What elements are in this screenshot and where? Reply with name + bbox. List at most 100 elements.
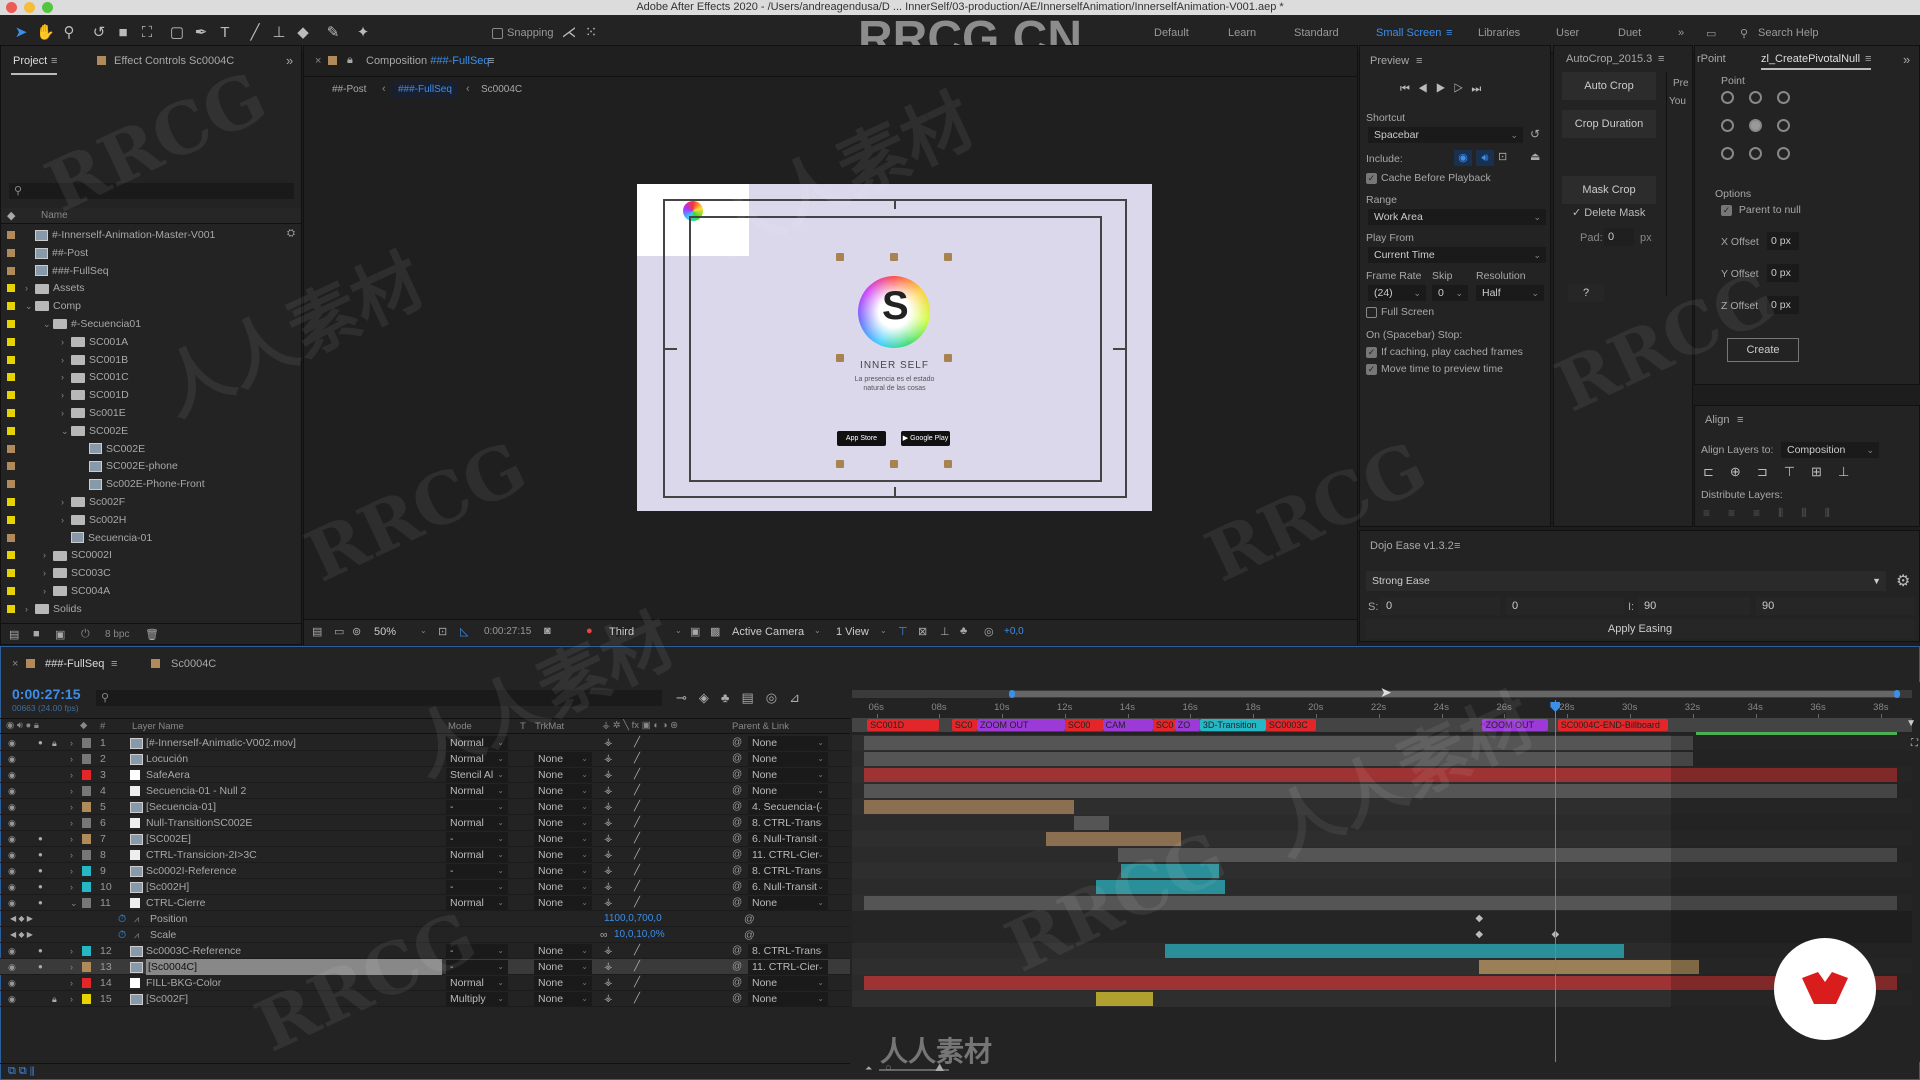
parent-dropdown[interactable]: 8. CTRL-Trans ⌄ [748, 864, 828, 878]
graph-icon[interactable]: ⩘ [134, 927, 139, 943]
label-color-swatch[interactable] [7, 320, 15, 328]
label-color-swatch[interactable] [7, 480, 15, 489]
layer-name[interactable]: Null-TransitionSC002E [146, 815, 252, 831]
label-color-swatch[interactable] [82, 946, 91, 956]
snapping-toggle[interactable]: Snapping [492, 27, 554, 39]
i-input-1[interactable]: 90 [1638, 597, 1750, 615]
pick-whip-icon[interactable]: @ [732, 847, 742, 863]
transform-handle[interactable] [836, 354, 844, 362]
keyframe-navigator[interactable]: ◀ ◆ ▶ [10, 927, 33, 943]
timeline-graph[interactable]: 06s 08s 10s 12s 14s 16s 18s 20s 22s 24s 26s 28s 30s 3… [852, 682, 1920, 1062]
pivotal-null-menu-icon[interactable]: ≡ [1865, 53, 1871, 65]
parent-dropdown[interactable]: None ⌄ [748, 784, 828, 798]
keyframe-navigator[interactable]: ◀ ◆ ▶ [10, 911, 33, 927]
label-column-icon[interactable]: ◆ [7, 209, 15, 222]
comp-marker[interactable]: SC00 [1064, 719, 1103, 731]
eraser-tool-icon[interactable]: ◆ [294, 24, 312, 42]
project-item[interactable]: › SC003C [1, 564, 301, 582]
distribute-bottom-icon[interactable]: ≡ [1753, 506, 1778, 520]
label-color-swatch[interactable] [7, 248, 15, 257]
snapping-checkbox[interactable] [492, 27, 503, 39]
distribute-right-icon[interactable]: ⦀ [1825, 506, 1848, 520]
z-offset-input[interactable]: 0 px [1767, 296, 1799, 314]
layer-row[interactable]: ◉ ● › 13 [Sc0004C] - ⌄ None ⌄ ⚶ ╱ @11. CTRL-Cier ⌄ [0, 959, 850, 975]
trkmat-dropdown[interactable]: None ⌄ [534, 784, 592, 798]
shy-switch-icon[interactable]: ⚶ [604, 815, 613, 831]
parent-dropdown[interactable]: 11. CTRL-Cier ⌄ [748, 848, 828, 862]
layer-name[interactable]: Locución [146, 751, 188, 767]
label-color-swatch[interactable] [82, 882, 91, 892]
chevron-right-icon[interactable]: › [61, 386, 71, 404]
pick-whip-icon[interactable]: @ [732, 767, 742, 783]
if-caching-checkbox[interactable]: ✓ If caching, play cached frames [1366, 346, 1523, 358]
anchor-point-option[interactable] [1749, 147, 1762, 160]
solo-toggle-icon[interactable]: ● [38, 879, 43, 895]
minimize-window-button[interactable] [24, 2, 35, 13]
align-right-icon[interactable]: ⊐ [1757, 464, 1784, 479]
flowchart-icon[interactable]: ♣ [960, 625, 967, 637]
layer-name[interactable]: Sc0002I-Reference [146, 863, 236, 879]
include-overlays-icon[interactable]: ⊡ [1498, 150, 1507, 163]
label-color-swatch[interactable] [82, 898, 91, 908]
snap-features-icon[interactable]: ⁙ [582, 24, 600, 42]
parent-dropdown[interactable]: 6. Null-Transit ⌄ [748, 880, 828, 894]
draft-3d-icon[interactable]: ◈ [699, 690, 721, 705]
solo-toggle-icon[interactable]: ● [38, 943, 43, 959]
toggle-switches-icon[interactable]: ⧉ ⧉ ⦀ [8, 1065, 34, 1078]
layer-name[interactable]: [Sc0004C] [146, 959, 442, 975]
chevron-down-icon[interactable]: ⌄ [61, 422, 71, 440]
composition-mini-flowchart-icon[interactable]: ⊸ [676, 690, 699, 705]
chevron-right-icon[interactable]: › [61, 368, 71, 386]
puppet-pin-tool-icon[interactable]: ✦ [354, 24, 372, 42]
shy-switch-icon[interactable]: ⚶ [604, 751, 613, 767]
project-item[interactable]: › Sc002H [1, 511, 301, 529]
layer-duration-bar[interactable] [1479, 960, 1700, 974]
layer-mode-dropdown[interactable]: - ⌄ [446, 944, 508, 958]
solo-toggle-icon[interactable]: ● [38, 895, 43, 911]
include-video-icon[interactable]: ◉ [1454, 150, 1472, 166]
layer-mode-dropdown[interactable]: - ⌄ [446, 960, 508, 974]
quality-switch-icon[interactable]: ╱ [634, 831, 640, 847]
dojo-menu-icon[interactable]: ≡ [1454, 540, 1460, 552]
keyframe-icon[interactable]: ◆ [1475, 929, 1483, 940]
parent-dropdown[interactable]: 8. CTRL-Trans ⌄ [748, 944, 828, 958]
always-preview-icon[interactable]: ▤ [312, 625, 322, 638]
current-time-display[interactable]: 0:00:27:15 [12, 686, 81, 702]
composition-menu-icon[interactable]: ≡ [488, 55, 494, 67]
panel-overflow-icon[interactable]: » [286, 53, 293, 68]
layer-row[interactable]: ◉ › 4 Secuencia-01 - Null 2 Normal ⌄ None ⌄ ⚶ ╱ @ N… [0, 783, 850, 799]
label-color-swatch[interactable] [7, 587, 15, 595]
project-item[interactable]: › SC004A [1, 582, 301, 600]
chevron-down-icon[interactable]: ⌄ [43, 315, 53, 333]
visibility-toggle-icon[interactable]: ◉ [8, 831, 16, 847]
rectangle-tool-icon[interactable]: ▢ [168, 24, 186, 42]
label-color-swatch[interactable] [7, 391, 15, 400]
quality-switch-icon[interactable]: ╱ [634, 879, 640, 895]
channel-icon[interactable]: ● [586, 625, 593, 637]
shy-switch-icon[interactable]: ⚶ [604, 863, 613, 879]
project-item[interactable]: › Sc001E [1, 404, 301, 422]
sync-settings-icon[interactable]: ▭ [1706, 27, 1716, 40]
x-offset-input[interactable]: 0 px [1767, 232, 1799, 250]
anchor-point-option[interactable] [1749, 91, 1762, 104]
chevron-right-icon[interactable]: › [70, 943, 73, 959]
pick-whip-icon[interactable]: @ [732, 991, 742, 1007]
magnification-value[interactable]: 50% [374, 626, 396, 638]
tab-create-pivotal-null[interactable]: zl_CreatePivotalNull [1761, 53, 1860, 65]
label-color-swatch[interactable] [7, 284, 15, 293]
workspace-menu-icon[interactable]: ≡ [1446, 27, 1452, 39]
next-frame-icon[interactable]: ▷ [1454, 83, 1472, 95]
s-input-1[interactable]: 0 [1380, 597, 1500, 615]
layer-row[interactable]: ◉ ● ⌄ 11 CTRL-Cierre Normal ⌄ None ⌄ ⚶ ╱ @ None ⌄ [0, 895, 850, 911]
stopwatch-icon[interactable]: ⏱ [118, 927, 126, 943]
label-color-swatch[interactable] [7, 533, 15, 542]
project-item[interactable]: › Solids [1, 600, 301, 618]
parent-dropdown[interactable]: None ⌄ [748, 976, 828, 990]
trkmat-dropdown[interactable]: None ⌄ [534, 896, 592, 910]
mask-visibility-icon[interactable]: ◺ [460, 625, 468, 638]
breadcrumb-post[interactable]: ##-Post [332, 84, 366, 95]
shy-switch-icon[interactable]: ⚶ [604, 879, 613, 895]
transform-handle[interactable] [944, 354, 952, 362]
project-menu-icon[interactable]: ≡ [51, 55, 57, 67]
lock-icon[interactable]: 🔒︎ [52, 735, 57, 751]
